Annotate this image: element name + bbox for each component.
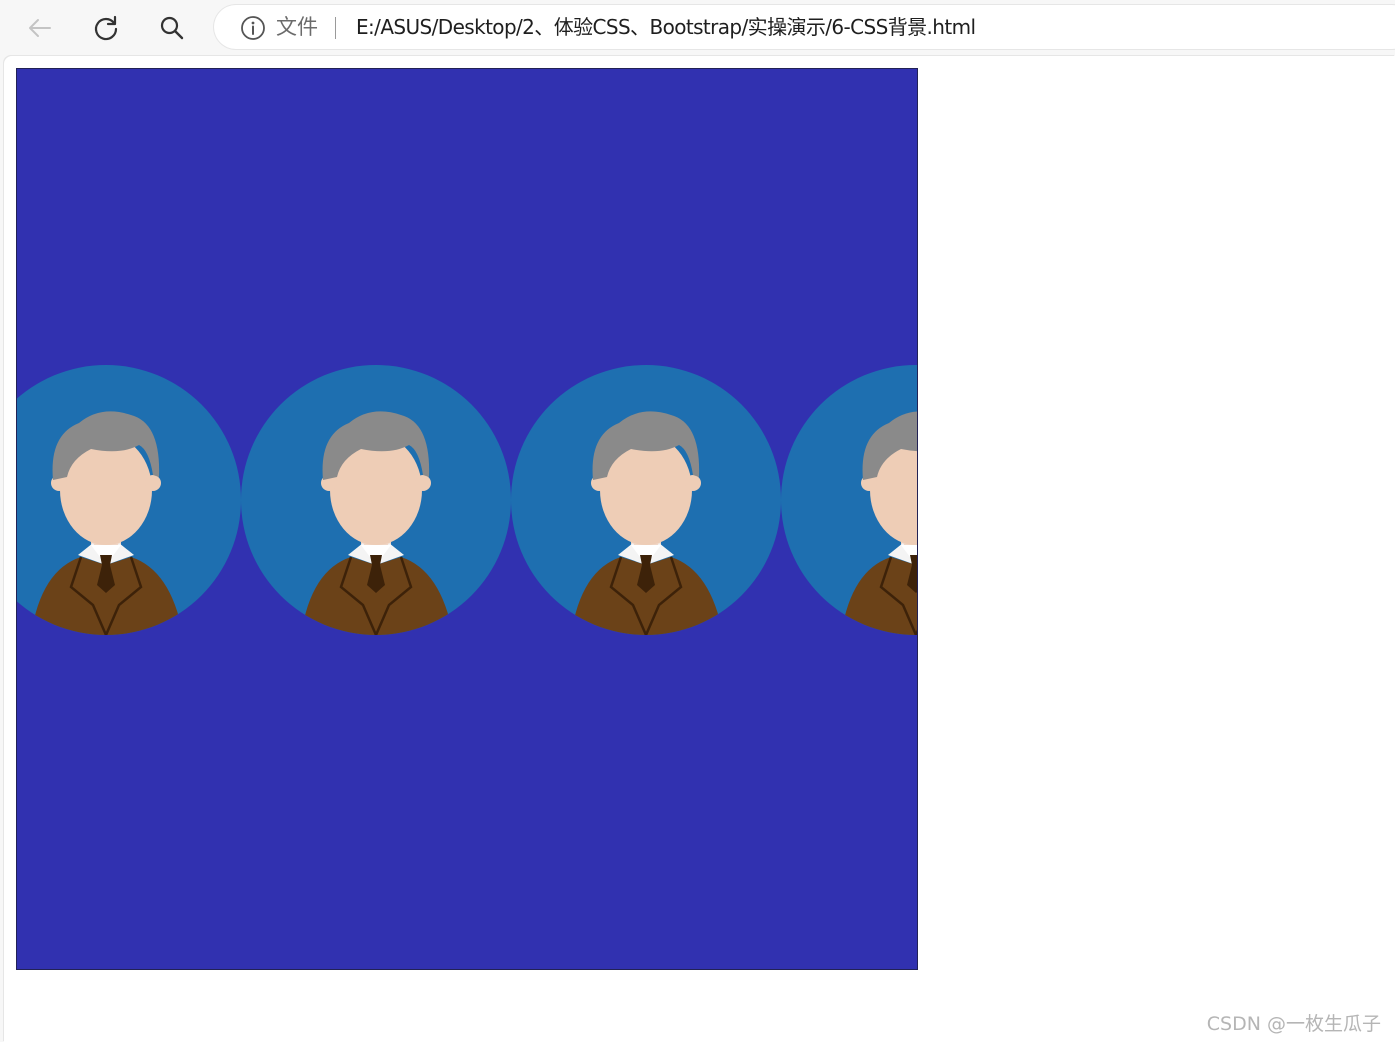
background-demo-box <box>16 68 918 970</box>
avatar-background-row <box>16 365 918 635</box>
file-scheme-label: 文件 <box>276 15 318 39</box>
address-divider <box>335 17 336 39</box>
back-button[interactable] <box>18 6 62 50</box>
back-arrow-icon <box>29 19 51 37</box>
search-button[interactable] <box>150 6 194 50</box>
browser-toolbar: 文件 E:/ASUS/Desktop/2、体验CSS、Bootstrap/实操演… <box>0 0 1395 56</box>
search-icon <box>160 16 184 40</box>
page-viewport: CSDN @一枚生瓜子 <box>4 56 1395 1042</box>
url-text[interactable]: E:/ASUS/Desktop/2、体验CSS、Bootstrap/实操演示/6… <box>356 15 976 39</box>
address-bar[interactable]: 文件 E:/ASUS/Desktop/2、体验CSS、Bootstrap/实操演… <box>214 5 1395 49</box>
reload-icon <box>94 15 118 41</box>
info-icon[interactable] <box>240 15 266 41</box>
reload-button[interactable] <box>84 6 128 50</box>
csdn-watermark: CSDN @一枚生瓜子 <box>1206 1013 1381 1035</box>
